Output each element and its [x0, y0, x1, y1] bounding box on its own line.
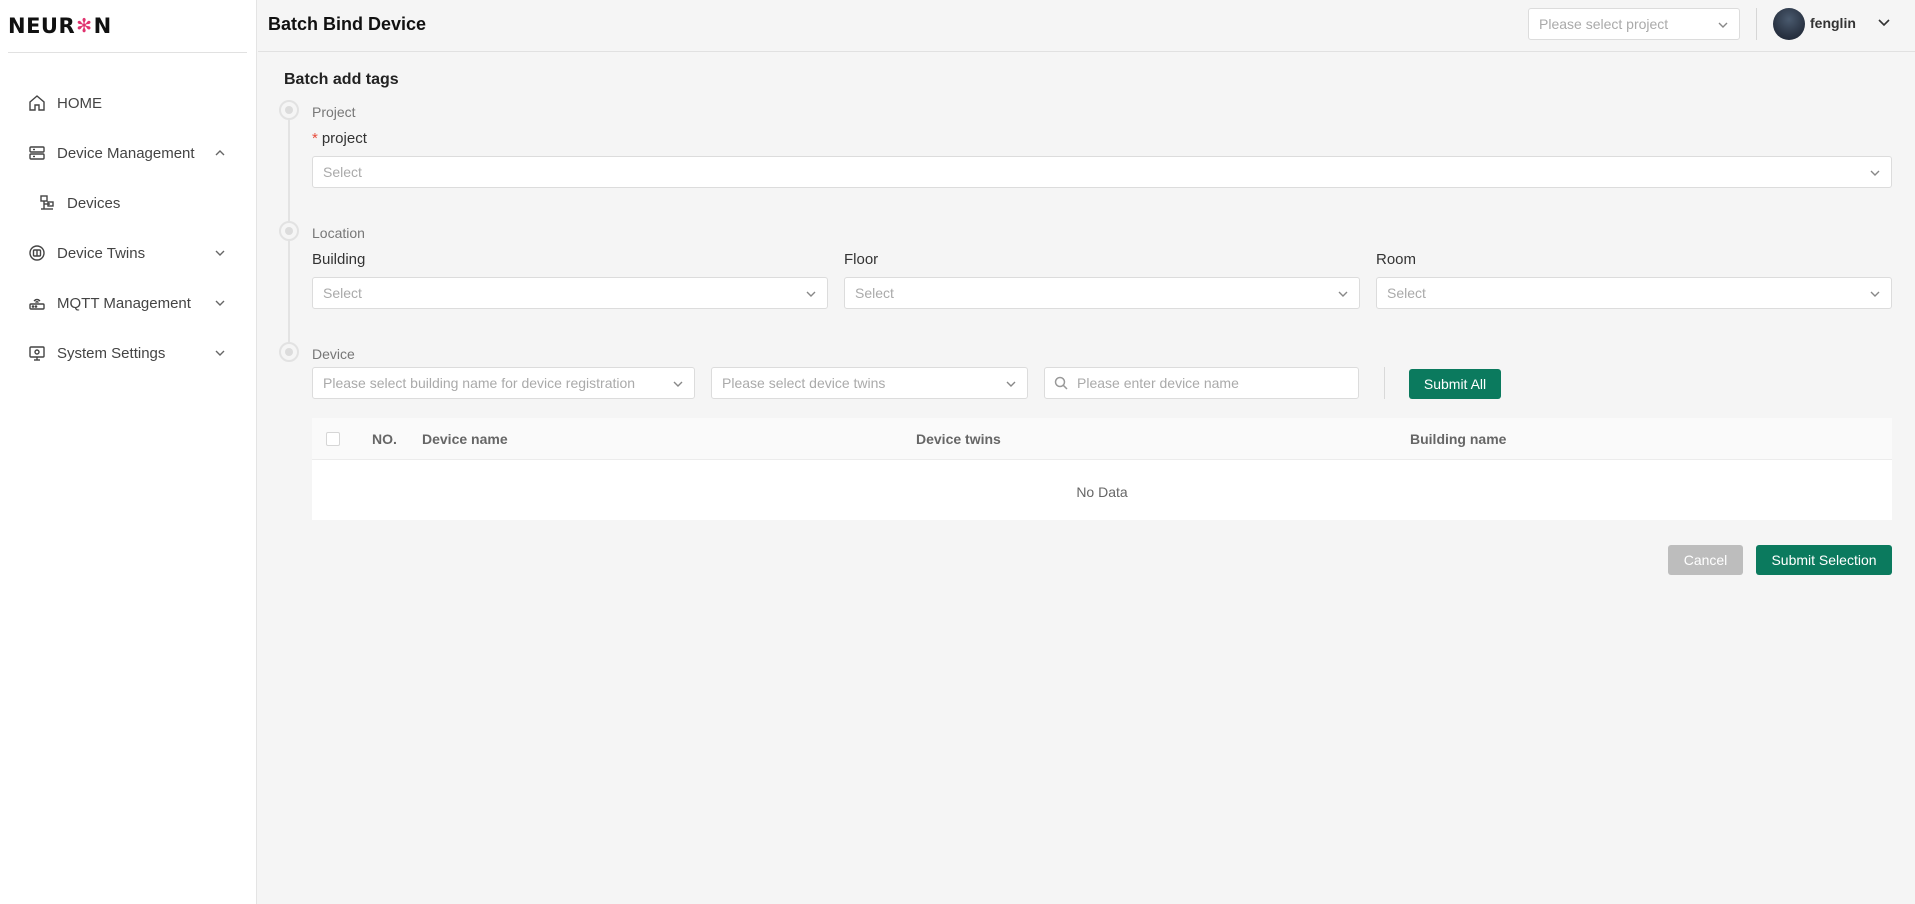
router-icon [27, 293, 47, 313]
home-icon [27, 93, 47, 113]
empty-state-text: No Data [1076, 484, 1128, 500]
top-header: Batch Bind Device Please select project … [258, 0, 1915, 52]
chevron-down-icon [1717, 18, 1729, 30]
device-building-select[interactable]: Please select building name for device r… [312, 367, 695, 399]
chevron-down-icon [1005, 377, 1017, 389]
sidebar-item-label: System Settings [57, 344, 166, 362]
required-mark: * [312, 130, 318, 147]
logo-divider [8, 52, 247, 53]
select-placeholder: Please select device twins [722, 375, 886, 391]
chevron-down-icon [1869, 287, 1881, 299]
select-placeholder: Select [1387, 285, 1426, 301]
snowflake-icon: ✻ [76, 15, 93, 37]
column-header-device-twins: Device twins [916, 431, 1001, 447]
room-field-label: Room [1376, 251, 1417, 268]
step-label-device: Device [312, 346, 355, 362]
chevron-down-icon [1337, 287, 1349, 299]
chevron-down-icon[interactable] [213, 346, 227, 360]
sidebar-item-label: Device Twins [57, 244, 146, 262]
sidebar-item-label: Device Management [57, 144, 195, 162]
step-dot-device [279, 342, 299, 362]
device-twins-select[interactable]: Please select device twins [711, 367, 1028, 399]
step-dot-location [279, 221, 299, 241]
column-header-building-name: Building name [1410, 431, 1507, 447]
project-select-field[interactable]: Select [312, 156, 1892, 188]
search-icon [1054, 376, 1068, 390]
sidebar-item-system-settings[interactable]: System Settings [0, 328, 257, 378]
chevron-down-icon[interactable] [213, 296, 227, 310]
section-title: Batch add tags [284, 71, 399, 88]
floor-select[interactable]: Select [844, 277, 1360, 309]
project-select-placeholder: Please select project [1539, 16, 1669, 32]
column-header-no: NO. [372, 431, 397, 447]
chevron-down-icon[interactable] [213, 246, 227, 260]
chevron-up-icon[interactable] [213, 146, 227, 160]
chevron-down-icon[interactable] [1876, 14, 1892, 30]
brand-name-left: NEUR [8, 14, 76, 38]
select-placeholder: Select [323, 285, 362, 301]
cancel-button[interactable]: Cancel [1668, 545, 1743, 575]
submit-all-button[interactable]: Submit All [1409, 369, 1501, 399]
header-divider [1756, 8, 1757, 40]
server-icon [27, 143, 47, 163]
sidebar-item-label: HOME [57, 94, 102, 112]
twins-icon [27, 243, 47, 263]
monitor-icon [27, 343, 47, 363]
select-placeholder: Please select building name for device r… [323, 375, 636, 391]
project-select[interactable]: Please select project [1528, 8, 1740, 40]
avatar[interactable] [1773, 8, 1805, 40]
project-field-label-text: project [321, 130, 367, 147]
step-dot-project [279, 100, 299, 120]
sidebar: NEUR✻N HOME Device Management Devices [0, 0, 257, 904]
chevron-down-icon [1869, 166, 1881, 178]
brand-logo[interactable]: NEUR ✻ N [8, 14, 112, 38]
building-select[interactable]: Select [312, 277, 828, 309]
step-label-project: Project [312, 104, 356, 120]
chevron-down-icon [672, 377, 684, 389]
column-header-device-name: Device name [422, 431, 508, 447]
select-all-checkbox[interactable] [326, 432, 340, 446]
sidebar-nav: HOME Device Management Devices Device Tw… [0, 78, 257, 378]
device-table: NO. Device name Device twins Building na… [312, 418, 1892, 520]
sidebar-item-device-management[interactable]: Device Management [0, 128, 257, 178]
page-title: Batch Bind Device [268, 14, 427, 34]
project-field-label: * project [312, 130, 367, 147]
sidebar-item-label: Devices [67, 194, 121, 212]
devices-icon [37, 193, 57, 213]
select-placeholder: Select [323, 164, 362, 180]
sidebar-item-devices[interactable]: Devices [0, 178, 257, 228]
username[interactable]: fenglin [1810, 15, 1856, 31]
step-label-location: Location [312, 225, 365, 241]
floor-field-label: Floor [844, 251, 879, 268]
sidebar-item-home[interactable]: HOME [0, 78, 257, 128]
sidebar-item-device-twins[interactable]: Device Twins [0, 228, 257, 278]
toolbar-divider [1384, 367, 1385, 399]
select-placeholder: Select [855, 285, 894, 301]
table-header: NO. Device name Device twins Building na… [312, 418, 1892, 460]
brand-name-right: N [93, 14, 112, 38]
room-select[interactable]: Select [1376, 277, 1892, 309]
submit-selection-button[interactable]: Submit Selection [1756, 545, 1892, 575]
chevron-down-icon [805, 287, 817, 299]
sidebar-item-mqtt-management[interactable]: MQTT Management [0, 278, 257, 328]
sidebar-item-label: MQTT Management [57, 294, 191, 312]
device-name-search-input[interactable] [1044, 367, 1359, 399]
building-field-label: Building [312, 251, 366, 268]
